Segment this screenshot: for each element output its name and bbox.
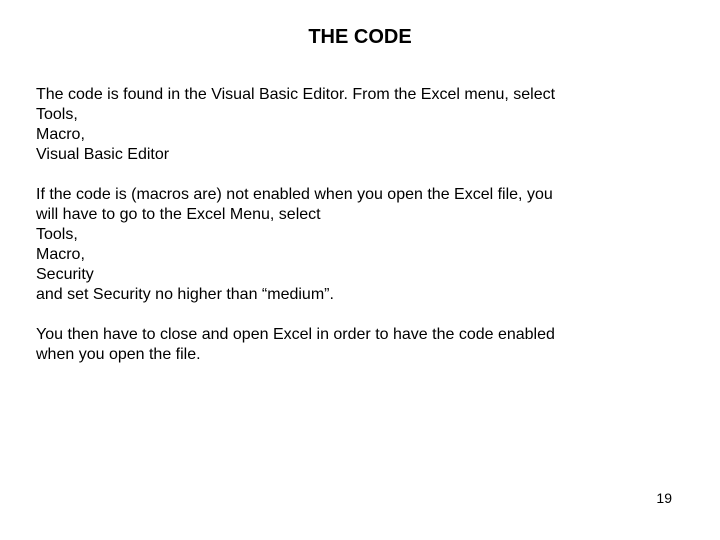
text-line: will have to go to the Excel Menu, selec…: [36, 205, 684, 225]
text-line: Macro,: [36, 125, 684, 145]
text-line: Tools,: [36, 225, 684, 245]
paragraph-2: If the code is (macros are) not enabled …: [36, 185, 684, 305]
page-number: 19: [656, 490, 672, 506]
paragraph-3: You then have to close and open Excel in…: [36, 325, 684, 365]
text-line: If the code is (macros are) not enabled …: [36, 185, 684, 205]
text-line: Tools,: [36, 105, 684, 125]
page: THE CODE The code is found in the Visual…: [0, 0, 720, 540]
text-line: You then have to close and open Excel in…: [36, 325, 684, 345]
page-title: THE CODE: [36, 26, 684, 49]
paragraph-1: The code is found in the Visual Basic Ed…: [36, 85, 684, 165]
text-line: and set Security no higher than “medium”…: [36, 285, 684, 305]
text-line: Visual Basic Editor: [36, 145, 684, 165]
text-line: when you open the file.: [36, 345, 684, 365]
text-line: The code is found in the Visual Basic Ed…: [36, 85, 684, 105]
text-line: Security: [36, 265, 684, 285]
text-line: Macro,: [36, 245, 684, 265]
